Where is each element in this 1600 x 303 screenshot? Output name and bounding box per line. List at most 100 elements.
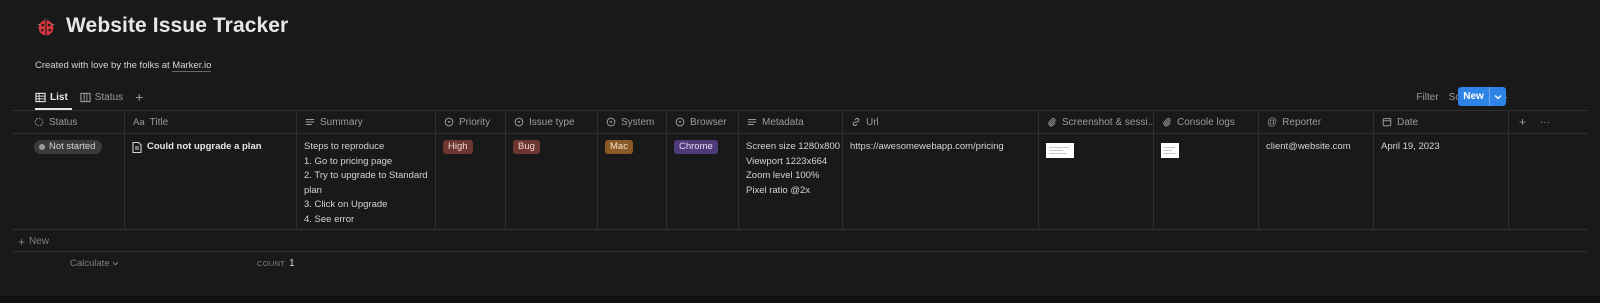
marker-io-link[interactable]: Marker.io [172, 60, 212, 72]
browser-cell[interactable]: Chrome [666, 133, 738, 155]
status-icon [34, 117, 44, 127]
row-bottom-border [12, 229, 1588, 230]
column-header-label: Priority [459, 116, 491, 128]
calculate-button[interactable]: Calculate [70, 258, 119, 269]
column-options-button[interactable]: ··· [1540, 117, 1550, 128]
browser-tag: Chrome [674, 140, 718, 154]
priority-tag: High [443, 140, 473, 154]
row-title: Could not upgrade a plan [132, 140, 288, 155]
link-icon [852, 118, 860, 126]
issue-type-cell[interactable]: Bug [505, 133, 597, 155]
table-header: Status Aa Title Summary Priority Issue t… [12, 111, 1562, 133]
metadata-line: Screen size 1280x800 [746, 141, 841, 152]
paperclip-icon [1163, 118, 1171, 127]
new-button[interactable]: New [1458, 87, 1506, 106]
column-header-issue-type[interactable]: Issue type [505, 111, 597, 133]
column-header-label: Url [866, 116, 879, 128]
column-header-priority[interactable]: Priority [435, 111, 505, 133]
select-icon [514, 117, 524, 127]
page-title: Website Issue Tracker [66, 14, 289, 37]
column-header-screenshot[interactable]: Screenshot & sessi... [1038, 111, 1153, 133]
ladybug-icon [37, 17, 55, 36]
column-header-date[interactable]: Date [1373, 111, 1508, 133]
select-icon [444, 117, 454, 127]
summary-line: Steps to reproduce [304, 141, 385, 152]
column-header-system[interactable]: System [597, 111, 666, 133]
screenshot-cell[interactable] [1038, 133, 1153, 158]
add-row-label: New [29, 236, 50, 247]
tab-status[interactable]: Status [80, 92, 123, 103]
plus-icon: + [18, 234, 26, 249]
status-cell[interactable]: Not started [26, 133, 124, 156]
column-header-label: Console logs [1177, 116, 1235, 128]
lines-icon [305, 119, 315, 125]
metadata-line: Viewport 1223x664 [746, 155, 828, 167]
table-icon [35, 92, 46, 102]
page-header: Website Issue Tracker [35, 14, 288, 38]
board-icon [80, 92, 91, 102]
at-icon: @ [1267, 116, 1278, 128]
column-header-status[interactable]: Status [26, 111, 124, 133]
url-link[interactable]: https://awesomewebapp.com/pricing [850, 140, 1030, 155]
add-row-button[interactable]: + New [18, 234, 50, 249]
console-logs-cell[interactable] [1153, 133, 1258, 158]
column-header-label: Date [1397, 116, 1419, 128]
screenshot-thumbnail[interactable] [1046, 143, 1074, 158]
reporter-cell[interactable]: client@website.com [1258, 133, 1373, 155]
page-icon [132, 141, 142, 153]
lines-icon [747, 119, 757, 125]
metadata-cell[interactable]: Screen size 1280x800 Viewport 1223x664 Z… [738, 133, 842, 198]
count-label: COUNT [257, 259, 286, 268]
column-header-metadata[interactable]: Metadata [738, 111, 842, 133]
column-header-browser[interactable]: Browser [666, 111, 738, 133]
tab-list-label: List [50, 91, 68, 103]
filter-button[interactable]: Filter [1416, 92, 1438, 103]
column-header-label: Title [149, 116, 169, 128]
column-header-label: Status [49, 116, 78, 128]
system-cell[interactable]: Mac [597, 133, 666, 155]
calendar-icon [1382, 118, 1392, 127]
title-cell[interactable]: Could not upgrade a plan [124, 133, 296, 155]
url-cell[interactable]: https://awesomewebapp.com/pricing [842, 133, 1038, 155]
column-header-label: Issue type [529, 116, 575, 128]
column-header-summary[interactable]: Summary [296, 111, 435, 133]
column-header-url[interactable]: Url [842, 111, 1038, 133]
column-header-label: Browser [690, 116, 727, 128]
column-header-label: System [621, 116, 655, 128]
page-description: Created with love by the folks at Marker… [35, 60, 212, 72]
add-view-button[interactable]: + [135, 90, 143, 104]
new-dropdown-button[interactable] [1490, 87, 1506, 106]
column-header-reporter[interactable]: @ Reporter [1258, 111, 1373, 133]
add-column-button[interactable]: + [1519, 115, 1526, 129]
date-cell[interactable]: April 19, 2023 [1373, 133, 1508, 155]
system-tag: Mac [605, 140, 633, 154]
summary-line: 4. See error [304, 213, 355, 225]
table-row[interactable]: Not started Could not upgrade a plan Ste… [12, 133, 1562, 229]
calculate-label: Calculate [70, 258, 110, 269]
status-dot-icon [39, 144, 45, 150]
issue-type-tag: Bug [513, 140, 540, 154]
reporter-email: client@website.com [1266, 141, 1351, 152]
tab-list[interactable]: List [35, 92, 68, 103]
summary-line: 1. Go to pricing page [304, 155, 393, 167]
console-logs-thumbnail[interactable] [1161, 143, 1179, 158]
summary-cell[interactable]: Steps to reproduce 1. Go to pricing page… [296, 133, 435, 227]
summary-line: 2. Try to upgrade to Standard [304, 170, 428, 181]
metadata-line: Zoom level 100% [746, 170, 820, 181]
tab-status-label: Status [94, 91, 124, 103]
select-icon [675, 117, 685, 127]
summary-line: 3. Click on Upgrade [304, 199, 388, 210]
select-icon [606, 117, 616, 127]
priority-cell[interactable]: High [435, 133, 505, 155]
text-aa-icon: Aa [133, 116, 145, 128]
count-summary[interactable]: COUNT 1 [257, 258, 295, 269]
column-header-title[interactable]: Aa Title [124, 111, 296, 133]
count-value: 1 [289, 258, 296, 269]
new-button-label[interactable]: New [1458, 87, 1490, 106]
bottom-edge [0, 296, 1600, 303]
column-header-console-logs[interactable]: Console logs [1153, 111, 1258, 133]
status-badge: Not started [34, 140, 103, 154]
status-value: Not started [49, 141, 96, 152]
column-header-label: Metadata [762, 116, 804, 128]
chevron-down-icon [112, 261, 119, 266]
